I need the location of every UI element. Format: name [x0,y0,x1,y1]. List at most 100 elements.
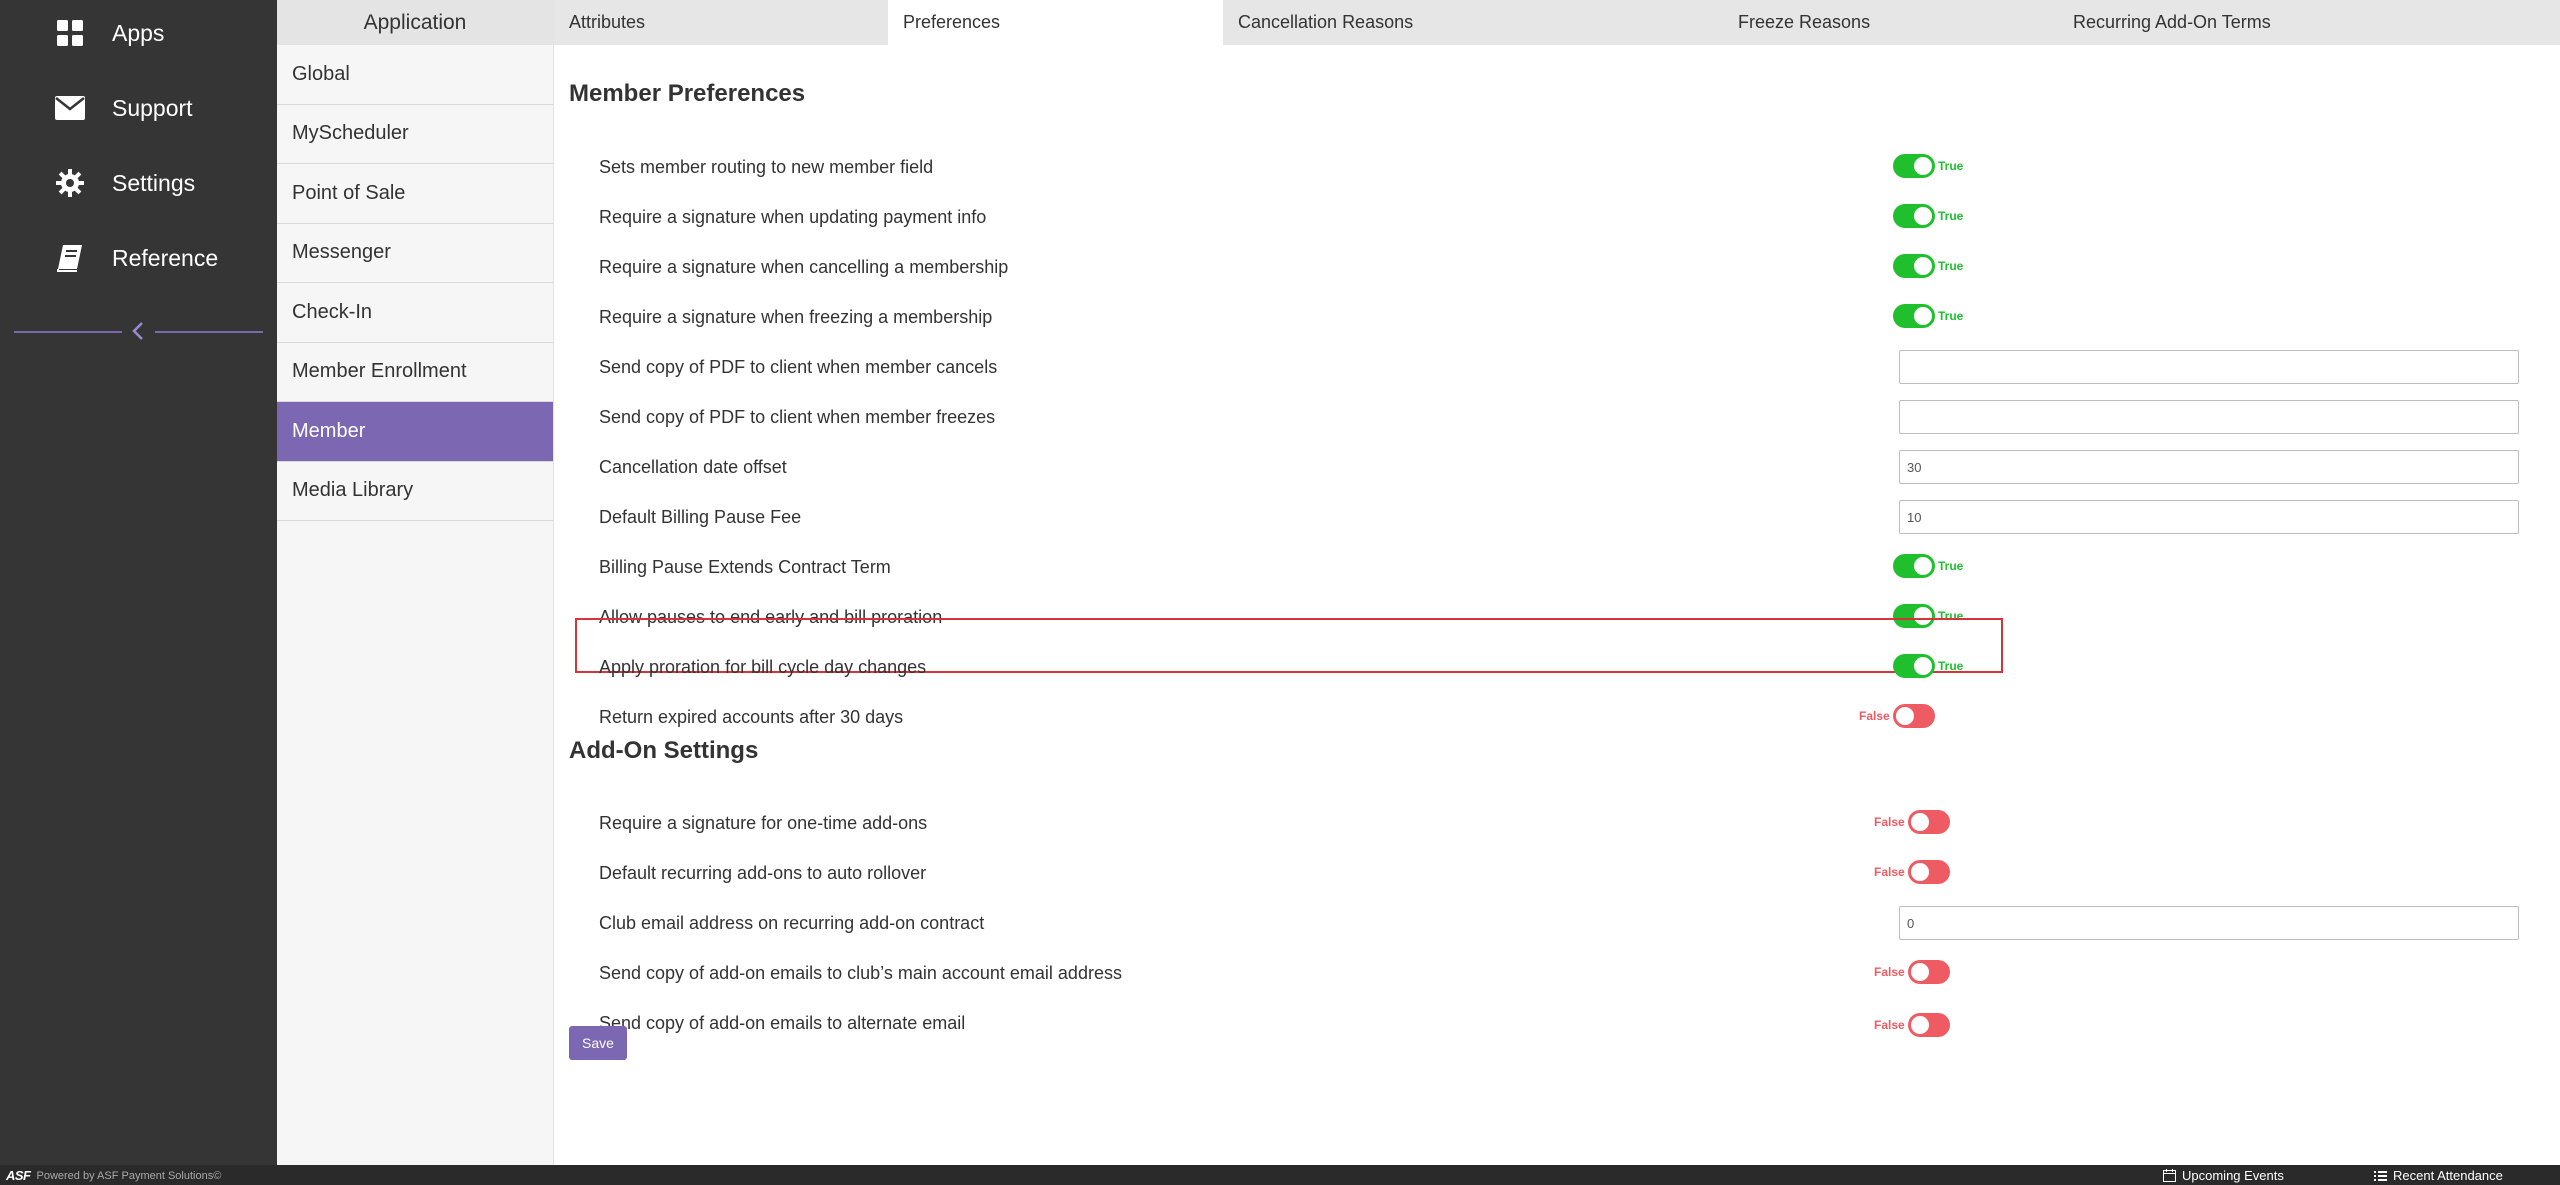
pref-row: Sets member routing to new member field … [554,142,2560,192]
toggle-switch[interactable]: True [1893,654,1963,678]
divider-line [155,331,263,333]
pref-label: Send copy of PDF to client when member c… [599,356,998,377]
subnav-item-media-library[interactable]: Media Library [277,462,553,521]
pref-row: Require a signature when updating paymen… [554,192,2560,242]
toggle-state-label: False [1859,709,1890,723]
pref-row: Default Billing Pause Fee [554,492,2560,542]
nav-item-reference[interactable]: Reference [0,228,277,288]
toggle-switch[interactable]: False [1874,1013,1950,1037]
toggle-switch[interactable]: False [1874,860,1950,884]
tab-preferences[interactable]: Preferences [888,0,1223,45]
pref-label: Apply proration for bill cycle day chang… [599,656,927,677]
nav-label-support: Support [112,94,193,121]
billing-pause-fee-input[interactable] [1899,500,2519,534]
chevron-left-icon[interactable] [130,321,146,346]
nav-item-apps[interactable]: Apps [0,3,277,63]
nav-label-apps: Apps [112,19,165,46]
pdf-on-cancel-email-input[interactable] [1899,350,2519,384]
pref-label: Cancellation date offset [599,456,787,477]
tab-bar: Attributes Preferences Cancellation Reas… [554,0,2560,45]
toggle-switch[interactable]: False [1859,704,1935,728]
club-email-address-input[interactable] [1899,906,2519,940]
subnav-item-point-of-sale[interactable]: Point of Sale [277,164,553,224]
toggle-switch[interactable]: True [1893,554,1963,578]
toggle-state-label: True [1938,659,1964,673]
toggle-state-label: True [1938,559,1964,573]
toggle-switch[interactable]: True [1893,154,1963,178]
recent-attendance-link[interactable]: Recent Attendance [2374,1168,2503,1183]
tab-cancellation-reasons[interactable]: Cancellation Reasons [1223,0,1723,45]
calendar-icon [2163,1169,2176,1182]
toggle-switch[interactable]: False [1874,960,1950,984]
toggle-state-label: True [1938,259,1964,273]
apps-grid-icon [54,17,86,49]
subnav-item-member-enrollment[interactable]: Member Enrollment [277,343,553,402]
tab-attributes[interactable]: Attributes [554,0,888,45]
book-icon [54,242,86,274]
asf-logo: ASF [6,1168,31,1183]
pref-label: Default recurring add-ons to auto rollov… [599,862,927,883]
pref-row: Billing Pause Extends Contract Term True [554,542,2560,592]
subnav-item-messenger[interactable]: Messenger [277,224,553,283]
section-title-member-preferences: Member Preferences [569,80,806,107]
toggle-switch[interactable]: False [1874,810,1950,834]
subnav-item-myscheduler[interactable]: MyScheduler [277,105,553,164]
nav-label-reference: Reference [112,244,219,271]
nav-item-support[interactable]: Support [0,78,277,138]
pref-label: Require a signature when freezing a memb… [599,306,993,327]
toggle-state-label: True [1938,209,1964,223]
toggle-state-label: False [1874,865,1905,879]
pref-label: Require a signature when updating paymen… [599,206,987,227]
addon-row: Send copy of add-on emails to club’s mai… [554,948,2560,998]
upcoming-events-link[interactable]: Upcoming Events [2163,1168,2284,1183]
toggle-switch[interactable]: True [1893,254,1963,278]
preferences-panel: Member Preferences Sets member routing t… [554,45,2560,1165]
pref-row: Send copy of PDF to client when member f… [554,392,2560,442]
tab-recurring-add-on-terms[interactable]: Recurring Add-On Terms [2058,0,2458,45]
main-nav: Apps Support Settings Reference [0,0,277,1165]
pref-label: Billing Pause Extends Contract Term [599,556,891,577]
powered-by-text: Powered by ASF Payment Solutions© [36,1169,222,1182]
pref-row: Require a signature when cancelling a me… [554,242,2560,292]
pref-row: Require a signature when freezing a memb… [554,292,2560,342]
pref-label: Send copy of add-on emails to club’s mai… [599,962,1122,983]
addon-row: Require a signature for one-time add-ons… [554,798,2560,848]
toggle-switch[interactable]: True [1893,304,1963,328]
list-icon [2374,1170,2387,1181]
pref-label: Default Billing Pause Fee [599,506,802,527]
pref-row: Apply proration for bill cycle day chang… [554,642,2560,692]
tab-freeze-reasons[interactable]: Freeze Reasons [1723,0,2058,45]
pdf-on-freeze-email-input[interactable] [1899,400,2519,434]
addon-row: Default recurring add-ons to auto rollov… [554,848,2560,898]
pref-label: Sets member routing to new member field [599,156,934,177]
toggle-state-label: False [1874,815,1905,829]
footer-brand: ASF Powered by ASF Payment Solutions© [6,1168,221,1183]
toggle-switch[interactable]: True [1893,204,1963,228]
pref-row: Send copy of PDF to client when member c… [554,342,2560,392]
subnav-item-check-in[interactable]: Check-In [277,283,553,343]
section-title-add-on-settings: Add-On Settings [569,737,759,764]
nav-item-settings[interactable]: Settings [0,153,277,213]
subnav-header-application[interactable]: Application [277,0,553,45]
pref-label: Send copy of PDF to client when member f… [599,406,996,427]
subnav-item-global[interactable]: Global [277,45,553,105]
pref-label: Require a signature for one-time add-ons [599,812,928,833]
addon-row: Send copy of add-on emails to alternate … [554,998,2560,1037]
envelope-icon [54,92,86,124]
save-button[interactable]: Save [569,1026,627,1060]
pref-label: Send copy of add-on emails to alternate … [599,1012,966,1033]
upcoming-events-label: Upcoming Events [2182,1168,2284,1183]
cancellation-date-offset-input[interactable] [1899,450,2519,484]
pref-label: Return expired accounts after 30 days [599,706,904,727]
pref-row: Cancellation date offset [554,442,2560,492]
toggle-state-label: True [1938,309,1964,323]
divider-line [14,331,122,333]
collapse-nav-toggle[interactable] [14,318,263,344]
toggle-state-label: False [1874,1018,1905,1032]
nav-label-settings: Settings [112,169,196,196]
recent-attendance-label: Recent Attendance [2393,1168,2503,1183]
addon-row: Club email address on recurring add-on c… [554,898,2560,948]
subnav-item-member[interactable]: Member [277,402,553,462]
toggle-state-label: False [1874,965,1905,979]
pref-row: Return expired accounts after 30 days Fa… [554,692,2560,742]
